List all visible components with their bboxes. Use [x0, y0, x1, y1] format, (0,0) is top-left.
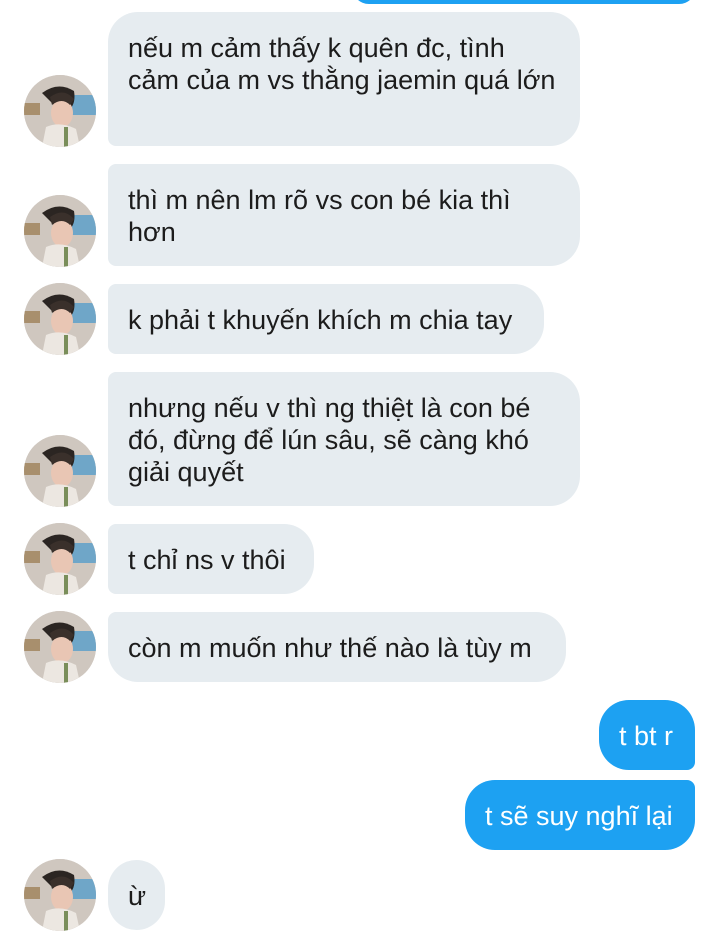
message-text: còn m muốn như thế nào là tùy m [128, 633, 532, 663]
message-text: ừ [128, 881, 147, 911]
contact-avatar[interactable] [24, 611, 96, 683]
message-text: k phải t khuyến khích m chia tay [128, 305, 513, 335]
contact-avatar[interactable] [24, 435, 96, 507]
avatar-photo-icon [24, 523, 96, 595]
incoming-message-bubble[interactable]: t chỉ ns v thôi [108, 524, 314, 594]
chat-thread: nếu m cảm thấy k quên đc, tình cảm của m… [0, 0, 720, 951]
avatar-photo-icon [24, 611, 96, 683]
avatar-photo-icon [24, 435, 96, 507]
contact-avatar[interactable] [24, 75, 96, 147]
contact-avatar[interactable] [24, 859, 96, 931]
message-text: thì m nên lm rõ vs con bé kia thì hơn [128, 185, 511, 247]
incoming-message-bubble[interactable]: còn m muốn như thế nào là tùy m [108, 612, 566, 682]
avatar-photo-icon [24, 195, 96, 267]
contact-avatar[interactable] [24, 523, 96, 595]
message-text: nhưng nếu v thì ng thiệt là con bé đó, đ… [128, 393, 531, 487]
previous-outgoing-message-edge [352, 0, 696, 4]
incoming-message-bubble[interactable]: ừ [108, 860, 165, 930]
avatar-photo-icon [24, 283, 96, 355]
outgoing-message-bubble[interactable]: t sẽ suy nghĩ lại [465, 780, 695, 850]
incoming-message-bubble[interactable]: nhưng nếu v thì ng thiệt là con bé đó, đ… [108, 372, 580, 506]
outgoing-message-bubble[interactable]: t bt r [599, 700, 695, 770]
avatar-photo-icon [24, 859, 96, 931]
message-text: t sẽ suy nghĩ lại [485, 801, 673, 831]
incoming-message-bubble[interactable]: k phải t khuyến khích m chia tay [108, 284, 544, 354]
message-text: nếu m cảm thấy k quên đc, tình cảm của m… [128, 33, 556, 95]
incoming-message-bubble[interactable]: nếu m cảm thấy k quên đc, tình cảm của m… [108, 12, 580, 146]
contact-avatar[interactable] [24, 195, 96, 267]
avatar-photo-icon [24, 75, 96, 147]
message-text: t bt r [619, 721, 674, 751]
message-text: t chỉ ns v thôi [128, 545, 286, 575]
incoming-message-bubble[interactable]: thì m nên lm rõ vs con bé kia thì hơn [108, 164, 580, 266]
contact-avatar[interactable] [24, 283, 96, 355]
